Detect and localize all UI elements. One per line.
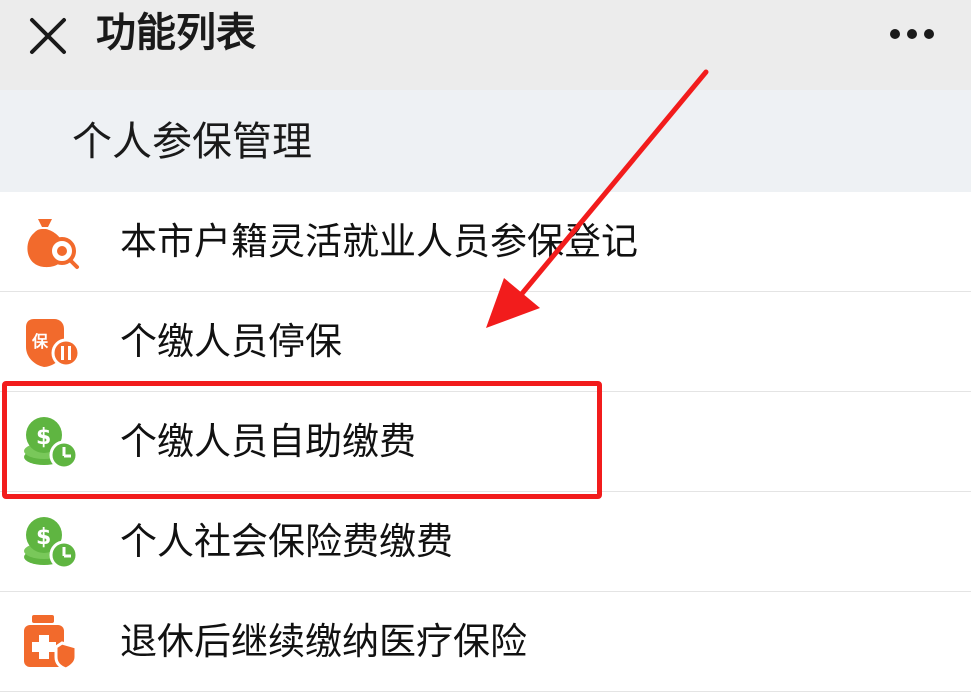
more-icon[interactable] xyxy=(889,24,935,44)
page-title: 功能列表 xyxy=(96,10,256,56)
section-title: 个人参保管理 xyxy=(72,119,312,165)
svg-text:$: $ xyxy=(36,525,51,550)
list-item-label: 退休后继续缴纳医疗保险 xyxy=(120,620,527,663)
list-item-social-insurance-payment[interactable]: $ 个人社会保险费缴费 xyxy=(0,492,971,592)
top-bar: 功能列表 xyxy=(0,0,971,90)
svg-text:保: 保 xyxy=(31,332,49,351)
list-item-label: 个缴人员停保 xyxy=(120,320,342,363)
insurance-pause-icon: 保 xyxy=(26,319,81,368)
list-item-flexible-employment-registration[interactable]: 本市户籍灵活就业人员参保登记 xyxy=(0,192,971,292)
close-icon[interactable] xyxy=(26,14,70,58)
list-item-retirement-medical-insurance[interactable]: 退休后继续缴纳医疗保险 xyxy=(0,592,971,692)
list-item-stop-insurance[interactable]: 保 个缴人员停保 xyxy=(0,292,971,392)
medical-kit-icon xyxy=(24,615,78,671)
list-item-label: 本市户籍灵活就业人员参保登记 xyxy=(120,220,638,263)
money-bag-search-icon xyxy=(27,219,79,269)
coin-clock-icon: $ xyxy=(24,517,79,570)
list-item-label: 个人社会保险费缴费 xyxy=(120,520,453,563)
highlight-box xyxy=(2,381,602,499)
